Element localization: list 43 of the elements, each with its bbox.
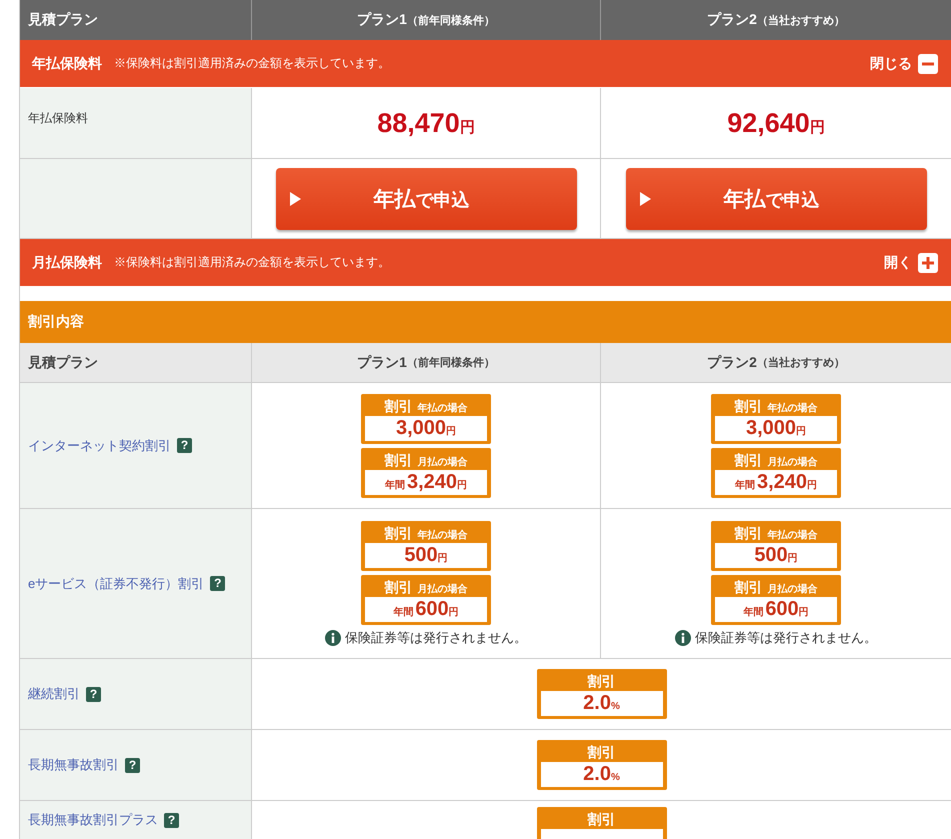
section-note: ※保険料は割引適用済みの金額を表示しています。 (114, 55, 391, 72)
discount-badge: 割引 月払の場合 年間 600円 (711, 574, 841, 624)
discount-link[interactable]: 長期無事故割引プラス (28, 811, 158, 829)
discount-badge: 割引 2.0% (536, 740, 666, 790)
info-icon (325, 630, 341, 646)
apply-button[interactable]: 年払で申込 (276, 168, 576, 230)
help-icon[interactable]: ? (125, 758, 140, 772)
toggle-button[interactable]: 閉じる (870, 54, 938, 74)
help-icon[interactable]: ? (86, 686, 101, 702)
header-cell: プラン1（前年同様条件） (252, 0, 601, 40)
discount-badge: 割引 年払の場合 3,000円 (711, 394, 841, 444)
premium-amount: 92,640円 (727, 108, 825, 138)
premium-amount: 88,470円 (377, 108, 475, 138)
note-text: 保険証券等は発行されません。 (345, 628, 527, 646)
header-cell: プラン2（当社おすすめ） (601, 0, 951, 40)
discount-badge: 割引 年払の場合 500円 (361, 520, 491, 570)
discount-link[interactable]: 継続割引 (28, 685, 80, 703)
discount-badge: 割引 月払の場合 年間 600円 (361, 574, 491, 624)
discount-link[interactable]: インターネット契約割引 (28, 436, 171, 454)
section-title: 割引内容 (20, 301, 951, 343)
row-label: 年払保険料 (28, 110, 88, 126)
header-cell: 見積プラン (20, 0, 252, 40)
help-icon[interactable]: ? (210, 576, 226, 591)
help-icon[interactable]: ? (177, 438, 192, 453)
section-title: 月払保険料 (32, 254, 102, 272)
discount-badge: 割引 年払の場合 500円 (711, 520, 841, 570)
discount-link[interactable]: 長期無事故割引 (28, 756, 119, 774)
toggle-button[interactable]: 開く (884, 252, 938, 272)
discount-badge: 割引 年払の場合 3,000円 (361, 394, 491, 444)
section-note: ※保険料は割引適用済みの金額を表示しています。 (114, 254, 391, 271)
header-cell: 見積プラン (20, 343, 252, 383)
discount-link[interactable]: eサービス（証券不発行）割引 (28, 574, 204, 592)
header-cell: プラン1（前年同様条件） (252, 343, 601, 383)
discount-badge: 割引 (536, 807, 666, 839)
apply-button[interactable]: 年払で申込 (626, 168, 926, 230)
discount-badge: 割引 月払の場合 年間 3,240円 (711, 448, 841, 498)
header-cell: プラン2（当社おすすめ） (601, 343, 951, 383)
info-icon (675, 630, 691, 646)
note-text: 保険証券等は発行されません。 (695, 628, 877, 646)
section-title: 年払保険料 (32, 54, 102, 72)
discount-badge: 割引 2.0% (536, 669, 666, 719)
help-icon[interactable]: ? (164, 812, 179, 828)
discount-badge: 割引 月払の場合 年間 3,240円 (361, 448, 491, 498)
